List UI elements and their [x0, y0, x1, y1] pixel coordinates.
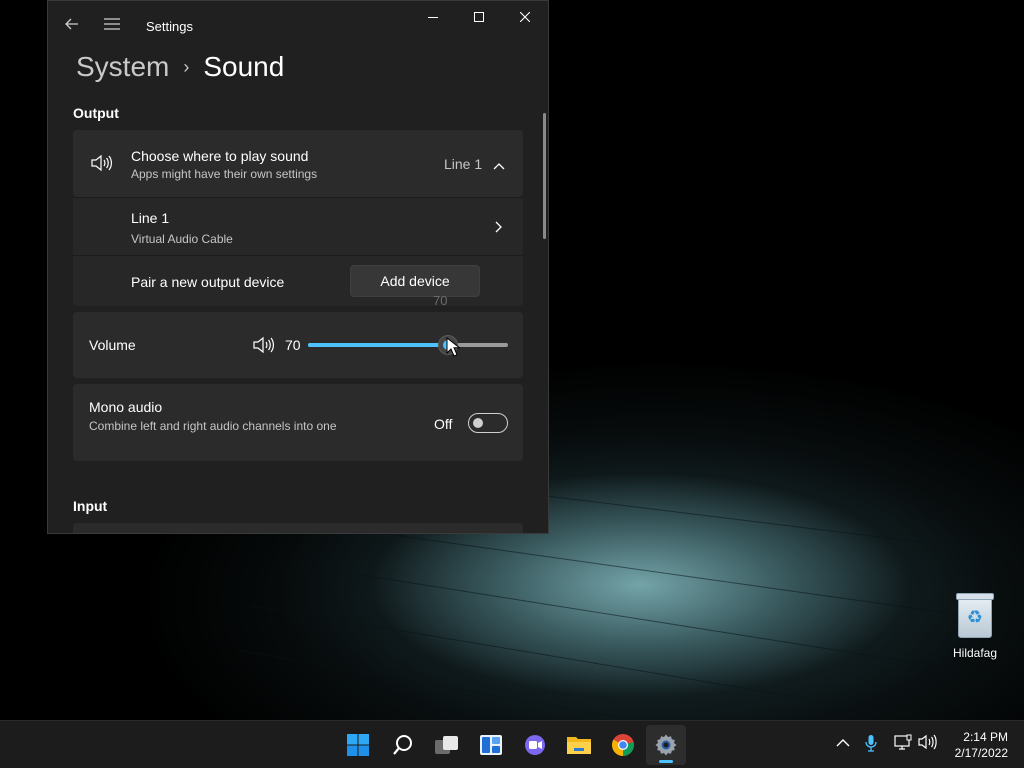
chrome-icon	[612, 734, 634, 756]
file-explorer-button[interactable]	[559, 725, 599, 765]
page-title: Sound	[203, 51, 285, 82]
close-button[interactable]	[502, 1, 548, 33]
mouse-cursor-icon	[446, 337, 460, 357]
show-hidden-icons-button[interactable]	[836, 735, 850, 751]
chat-icon	[525, 735, 545, 755]
choose-output-expander[interactable]: Choose where to play sound Apps might ha…	[73, 130, 523, 197]
volume-slider-fill	[308, 343, 448, 347]
network-icon	[894, 734, 912, 750]
pair-output-label: Pair a new output device	[131, 274, 285, 290]
output-heading: Output	[73, 105, 119, 121]
mono-audio-row: Mono audio Combine left and right audio …	[73, 384, 523, 461]
input-card	[73, 523, 523, 533]
add-device-button[interactable]: Add device	[350, 265, 480, 297]
speaker-icon	[90, 154, 112, 177]
clock-date: 2/17/2022	[954, 746, 1008, 760]
breadcrumb: System › Sound	[76, 49, 284, 85]
recycle-bin-label: Hildafag	[952, 646, 998, 660]
search-icon	[393, 735, 412, 755]
mono-audio-subtitle: Combine left and right audio channels in…	[89, 419, 337, 433]
selected-output-value: Line 1	[444, 156, 483, 172]
back-arrow-icon	[65, 18, 78, 30]
nav-menu-button[interactable]	[97, 9, 127, 39]
hamburger-icon	[104, 18, 120, 30]
chevron-up-icon	[836, 739, 850, 747]
breadcrumb-system-link[interactable]: System	[76, 51, 169, 83]
file-explorer-icon	[567, 737, 591, 754]
microphone-tray-button[interactable]	[865, 734, 877, 755]
device-name: Line 1	[131, 210, 170, 226]
clock-time: 2:14 PM	[963, 730, 1008, 744]
volume-value: 70	[285, 337, 301, 353]
network-tray-button[interactable]	[894, 734, 912, 753]
maximize-icon	[474, 12, 484, 22]
volume-icon	[918, 734, 937, 750]
minimize-button[interactable]	[410, 1, 456, 33]
task-view-icon	[435, 736, 458, 754]
choose-output-subtitle: Apps might have their own settings	[131, 167, 318, 181]
chevron-right-icon: ›	[183, 56, 190, 77]
mono-audio-state: Off	[434, 416, 453, 432]
volume-tooltip: 70	[433, 293, 448, 308]
active-app-indicator	[659, 760, 673, 763]
volume-label: Volume	[89, 337, 136, 353]
scrollbar[interactable]	[543, 113, 546, 239]
widgets-button[interactable]	[471, 725, 511, 765]
maximize-button[interactable]	[456, 1, 502, 33]
recycle-bin-shortcut[interactable]: ♻ Hildafag	[945, 593, 1005, 660]
back-button[interactable]	[57, 9, 87, 39]
chat-button[interactable]	[515, 725, 555, 765]
volume-speaker-icon[interactable]	[252, 336, 274, 359]
taskbar-clock[interactable]: 2:14 PM 2/17/2022	[955, 729, 1008, 761]
output-device-line1[interactable]: Line 1 Virtual Audio Cable	[73, 198, 523, 255]
title-bar: Settings	[48, 1, 548, 47]
microphone-icon	[865, 735, 877, 752]
settings-taskbar-button[interactable]	[646, 725, 686, 765]
start-icon	[347, 734, 369, 756]
chevron-up-icon	[493, 157, 505, 175]
choose-output-title: Choose where to play sound	[131, 148, 309, 164]
volume-tray-button[interactable]	[918, 734, 938, 753]
mono-audio-title: Mono audio	[89, 399, 163, 415]
chevron-right-icon	[495, 220, 503, 238]
settings-window: Settings System › Sound Output Choose wh…	[47, 0, 549, 534]
start-button[interactable]	[338, 725, 378, 765]
taskbar: 2:14 PM 2/17/2022	[0, 720, 1024, 768]
device-description: Virtual Audio Cable	[131, 232, 233, 246]
minimize-icon	[428, 17, 438, 18]
task-view-button[interactable]	[427, 725, 467, 765]
volume-slider[interactable]	[308, 335, 508, 355]
close-icon	[520, 12, 530, 22]
recycle-bin-icon: ♻	[956, 593, 994, 638]
mono-audio-toggle[interactable]	[468, 413, 508, 433]
search-button[interactable]	[383, 725, 423, 765]
window-title: Settings	[146, 19, 193, 34]
chrome-button[interactable]	[603, 725, 643, 765]
settings-icon	[655, 734, 677, 756]
input-heading: Input	[73, 498, 108, 514]
widgets-icon	[480, 735, 502, 755]
